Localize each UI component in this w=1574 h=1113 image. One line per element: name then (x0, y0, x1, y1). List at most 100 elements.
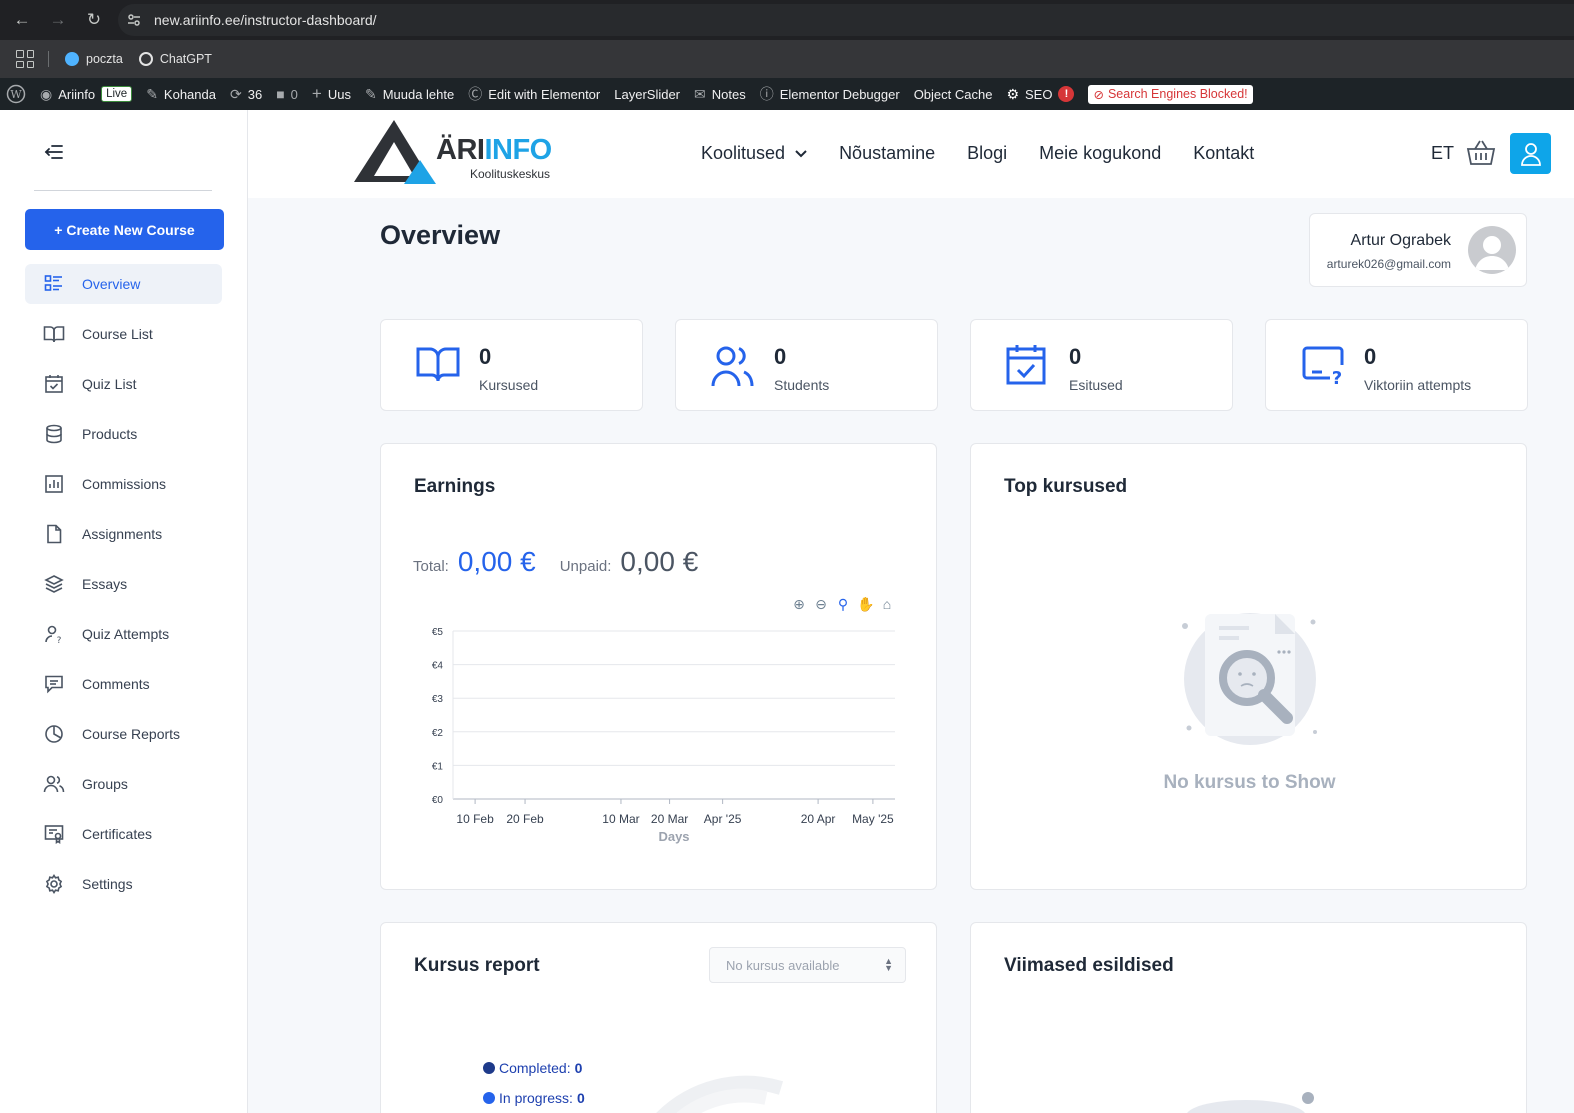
sidebar-item-comments[interactable]: Comments (25, 664, 222, 704)
pan-hand-icon[interactable]: ✋ (857, 596, 874, 613)
notes-icon: ✉ (694, 85, 706, 102)
wp-comments[interactable]: ■ 0 (276, 86, 298, 102)
sidebar-item-products[interactable]: Products (25, 414, 222, 454)
reload-icon[interactable]: ↻ (76, 2, 112, 38)
legend-value: 0 (576, 1090, 585, 1106)
wp-seo[interactable]: ⚙ SEO ! (1006, 86, 1075, 103)
create-new-course-button[interactable]: + Create New Course (25, 209, 224, 250)
wp-site-link[interactable]: ◉ Ariinfo Live (40, 86, 133, 103)
sidebar-item-course-list[interactable]: Course List (25, 314, 222, 354)
sidebar-item-commissions[interactable]: Commissions (25, 464, 222, 504)
site-logo[interactable]: ÄRIINFO Koolituskeskus (354, 120, 560, 188)
wp-updates[interactable]: ⟳ 36 (230, 86, 262, 103)
sidebar-item-quiz-list[interactable]: Quiz List (25, 364, 222, 404)
stat-card-courses: 0 Kursused (380, 319, 643, 411)
sidebar-item-settings[interactable]: Settings (25, 864, 222, 904)
x-tick-label: Apr '25 (704, 812, 742, 826)
stat-card-students: 0 Students (675, 319, 938, 411)
user-account-button[interactable] (1510, 133, 1551, 174)
cache-label: Object Cache (913, 86, 993, 102)
nav-kontakt[interactable]: Kontakt (1193, 143, 1254, 164)
logo-main: ÄRI (436, 134, 485, 166)
sidebar-item-label: Certificates (82, 826, 153, 842)
legend-dot (483, 1092, 495, 1104)
layers-icon (43, 573, 65, 595)
sidebar-item-overview[interactable]: Overview (25, 264, 222, 304)
sidebar-divider (34, 190, 212, 191)
comments-count: 0 (290, 86, 298, 102)
dashboard-sidebar: + Create New Course Overview Course List… (0, 110, 248, 1113)
logo-subtitle: Koolituskeskus (470, 167, 551, 181)
search-engines-blocked[interactable]: ⊘ Search Engines Blocked! (1088, 84, 1253, 104)
sidebar-item-label: Assignments (82, 526, 163, 542)
wp-customize[interactable]: ✎ Kohanda (146, 86, 216, 103)
nav-label: Blogi (967, 143, 1008, 163)
sidebar-item-assignments[interactable]: Assignments (25, 514, 222, 554)
wp-elementor[interactable]: Ⓒ Edit with Elementor (468, 84, 600, 104)
wp-new[interactable]: + Uus (312, 84, 351, 104)
bookmark-label: ChatGPT (159, 52, 212, 66)
pencil-icon: ✎ (364, 85, 377, 102)
course-select[interactable]: No kursus available ▲ ▼ (709, 947, 906, 983)
sidebar-item-essays[interactable]: Essays (25, 564, 222, 604)
wp-debugger[interactable]: ⓘ Elementor Debugger (760, 84, 900, 104)
cart-icon[interactable] (1466, 138, 1496, 168)
zoom-out-icon[interactable]: ⊖ (813, 596, 829, 613)
wp-cache[interactable]: Object Cache (914, 87, 993, 102)
nav-meie-kogukond[interactable]: Meie kogukond (1039, 143, 1161, 164)
gear-icon (43, 873, 65, 895)
sidebar-item-quiz-attempts[interactable]: ? Quiz Attempts (25, 614, 222, 654)
wp-edit-page[interactable]: ✎ Muuda lehte (365, 86, 454, 103)
edit-page-label: Muuda lehte (382, 86, 455, 102)
pie-icon (43, 723, 65, 745)
language-switcher[interactable]: ET (1431, 143, 1454, 164)
stat-label: Kursused (479, 377, 539, 393)
elementor-icon: Ⓒ (468, 86, 483, 102)
zoom-select-icon[interactable]: ⚲ (835, 596, 851, 613)
x-tick-label: 10 Mar (602, 812, 639, 826)
sidebar-item-certificates[interactable]: Certificates (25, 814, 222, 854)
nav-koolitused[interactable]: Koolitused (701, 143, 807, 164)
sidebar-item-label: Quiz List (82, 376, 137, 392)
course-report-panel: Kursus report No kursus available ▲ ▼ Com… (380, 922, 937, 1113)
zoom-in-icon[interactable]: ⊕ (791, 596, 807, 613)
site-header: ÄRIINFO Koolituskeskus Koolitused Nõusta… (248, 110, 1574, 198)
stat-label: Viktoriin attempts (1364, 377, 1472, 393)
total-value: 0,00 € (457, 546, 536, 577)
bookmark-chatgpt[interactable]: ChatGPT (138, 52, 212, 66)
reset-home-icon[interactable]: ⌂ (879, 596, 895, 613)
sidebar-item-course-reports[interactable]: Course Reports (25, 714, 222, 754)
forward-icon[interactable]: → (40, 2, 76, 38)
sidebar-item-groups[interactable]: Groups (25, 764, 222, 804)
back-icon[interactable]: ← (4, 2, 40, 38)
update-icon: ⟳ (229, 85, 242, 102)
nav-blogi[interactable]: Blogi (967, 143, 1007, 164)
wp-notes[interactable]: ✉ Notes (694, 86, 746, 103)
total-label: Total: (413, 558, 449, 575)
wp-layerslider[interactable]: LayerSlider (614, 87, 680, 102)
nav-label: Meie kogukond (1039, 143, 1162, 163)
collapse-menu-icon[interactable] (42, 140, 66, 164)
x-tick-label: 10 Feb (456, 812, 494, 826)
sidebar-item-label: Commissions (82, 476, 167, 492)
legend-completed: Completed: 0 (483, 1060, 582, 1076)
legend-label: In progress: (499, 1090, 573, 1106)
certificate-icon (43, 823, 65, 845)
earnings-panel: Earnings Total: 0,00 € Unpaid: 0,00 € ⊕ … (380, 443, 937, 890)
site-settings-icon[interactable] (118, 12, 150, 28)
logo-accent: INFO (484, 134, 552, 166)
list-icon (43, 273, 65, 295)
wordpress-logo[interactable]: W (6, 84, 26, 104)
url-text[interactable]: new.ariinfo.ee/instructor-dashboard/ (154, 12, 377, 28)
address-bar[interactable]: new.ariinfo.ee/instructor-dashboard/ (118, 4, 1574, 36)
unpaid-label: Unpaid: (559, 558, 612, 575)
layerslider-label: LayerSlider (614, 86, 681, 102)
info-icon: ⓘ (759, 86, 774, 102)
apps-icon[interactable] (16, 50, 34, 68)
stat-label: Students (774, 377, 830, 393)
bookmark-poczta[interactable]: poczta (65, 52, 123, 66)
empty-search-icon (1181, 613, 1317, 745)
nav-noustamine[interactable]: Nõustamine (839, 143, 935, 164)
avatar[interactable] (1468, 226, 1516, 274)
customize-label: Kohanda (163, 86, 216, 102)
